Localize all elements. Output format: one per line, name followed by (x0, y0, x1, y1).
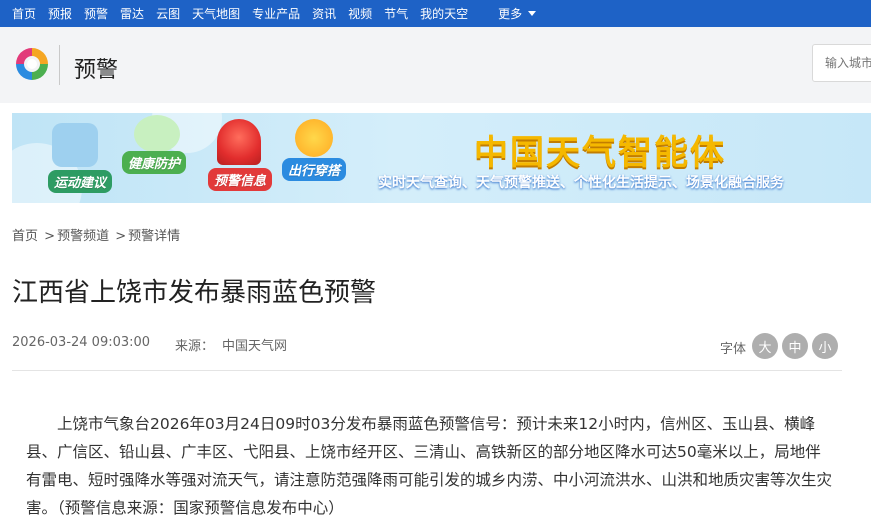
breadcrumb-separator: > (44, 229, 56, 244)
chip-exercise: 运动建议 (48, 170, 113, 193)
chip-health: 健康防护 (122, 151, 187, 174)
chip-warning: 预警信息 (208, 168, 273, 191)
runner-icon (52, 123, 98, 167)
nav-video[interactable]: 视频 (348, 5, 372, 22)
sun-icon (295, 119, 333, 157)
caret-down-icon (528, 11, 537, 16)
nav-forecast[interactable]: 预报 (48, 5, 72, 22)
nav-more-label: 更多 (498, 7, 523, 21)
promo-banner[interactable]: 运动建议 健康防护 预警信息 出行穿搭 中国天气智能体 实时天气查询、天气预警推… (12, 113, 871, 203)
breadcrumb-separator: > (115, 229, 127, 244)
publish-date: 2026-03-24 09:03:00 (12, 335, 151, 350)
alarm-icon (217, 119, 261, 165)
nav-more[interactable]: 更多 (498, 5, 537, 22)
nav-my-sky[interactable]: 我的天空 (420, 5, 468, 22)
nav-news[interactable]: 资讯 (312, 5, 336, 22)
source-label: 来源： (175, 339, 215, 354)
font-size-label: 字体 (720, 342, 747, 357)
banner-subtitle: 实时天气查询、天气预警推送、个性化生活提示、场景化融合服务 (378, 175, 784, 191)
article-body: 上饶市气象台2026年03月24日09时03分发布暴雨蓝色预警信号：预计未来12… (26, 415, 833, 517)
nav-radar[interactable]: 雷达 (120, 5, 144, 22)
breadcrumb-home[interactable]: 首页 (12, 229, 38, 244)
site-logo[interactable] (12, 44, 52, 84)
breadcrumb-channel[interactable]: 预警频道 (57, 229, 109, 244)
breadcrumb: 首页 > 预警频道 > 预警详情 (12, 225, 180, 244)
nav-cloud-map[interactable]: 云图 (156, 5, 180, 22)
nav-weather-map[interactable]: 天气地图 (192, 5, 240, 22)
nav-solar-terms[interactable]: 节气 (384, 5, 408, 22)
banner-brand: 中国天气智能体 (474, 133, 726, 173)
nav-warning[interactable]: 预警 (84, 5, 108, 22)
nav-pro-products[interactable]: 专业产品 (252, 5, 300, 22)
city-search-input[interactable] (812, 44, 871, 82)
article-divider (12, 370, 842, 371)
font-small-button[interactable]: 小 (812, 333, 838, 359)
article-title: 江西省上饶市发布暴雨蓝色预警 (12, 278, 377, 308)
font-medium-button[interactable]: 中 (782, 333, 808, 359)
top-nav: 首页 预报 预警 雷达 云图 天气地图 专业产品 资讯 视频 节气 我的天空 更… (0, 0, 871, 27)
font-large-button[interactable]: 大 (752, 333, 778, 359)
breadcrumb-current[interactable]: 预警详情 (128, 229, 180, 244)
nav-home[interactable]: 首页 (12, 5, 36, 22)
header: 预警 (0, 27, 871, 103)
chip-travel: 出行穿搭 (282, 158, 347, 181)
header-divider (59, 45, 60, 85)
section-title: 预警 (74, 58, 119, 83)
source-name: 中国天气网 (222, 339, 288, 354)
flower-icon (134, 115, 180, 153)
